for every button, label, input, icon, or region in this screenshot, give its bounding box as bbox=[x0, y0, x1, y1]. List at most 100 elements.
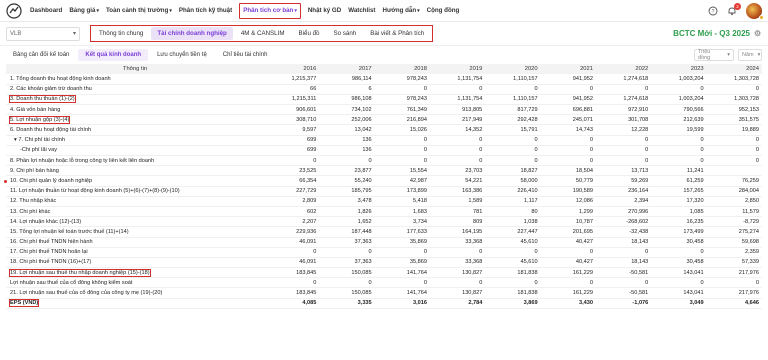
tab-5[interactable]: Bài viết & Phân tích bbox=[364, 27, 430, 40]
nav-item-8[interactable]: Cộng đồng bbox=[427, 3, 460, 19]
nav-item-7[interactable]: Hướng dẫn ▾ bbox=[382, 3, 419, 19]
table-row[interactable]: 19. Lợi nhuận sau thuế thu nhập doanh ng… bbox=[6, 267, 762, 279]
avatar[interactable] bbox=[746, 2, 764, 20]
logo-icon[interactable] bbox=[6, 2, 22, 19]
table-row[interactable]: 8. Phần lợi nhuận hoặc lỗ trong công ty … bbox=[6, 155, 762, 167]
value-cell: 143,041 bbox=[651, 267, 707, 279]
header-year[interactable]: 2016 bbox=[264, 64, 320, 74]
table-row[interactable]: 1. Tổng doanh thu hoạt động kinh doanh 1,… bbox=[6, 74, 762, 85]
nav-item-6[interactable]: Watchlist bbox=[348, 3, 375, 19]
value-cell: 0 bbox=[540, 277, 596, 289]
tab-3[interactable]: Biểu đồ bbox=[293, 27, 326, 40]
value-cell: 59,269 bbox=[595, 175, 652, 187]
table-row[interactable]: 14. Lợi nhuận khác (12)-(13) 2,207 1,652 3,… bbox=[6, 216, 762, 228]
value-cell: 0 bbox=[651, 155, 707, 167]
ticker-search-input[interactable]: VLB ▾ bbox=[6, 26, 80, 41]
table-row[interactable]: 12. Thu nhập khác 2,809 3,478 5,418 1,589 1,1… bbox=[6, 196, 762, 207]
header-year[interactable]: 2023 bbox=[651, 64, 707, 74]
value-cell: 3,869 bbox=[485, 298, 541, 309]
value-cell: 30,458 bbox=[651, 257, 707, 269]
nav-item-0[interactable]: Dashboard bbox=[30, 3, 62, 19]
table-row[interactable]: 13. Chi phí khác 602 1,826 1,683 781 80 1,299 2… bbox=[6, 206, 762, 218]
table-row[interactable]: EPS (VND) 4,085 3,335 3,016 2,784 3,869 3,430-… bbox=[6, 298, 762, 309]
table-row[interactable]: 2. Các khoản giảm trừ doanh thu 66 6 0 0 0 0 0 0… bbox=[6, 84, 762, 95]
header-year[interactable]: 2017 bbox=[319, 64, 375, 74]
nav-item-1[interactable]: Bảng giá ▾ bbox=[69, 3, 99, 19]
report-tab-0[interactable]: Bảng cân đối kế toán bbox=[6, 49, 76, 61]
header-year[interactable]: 2022 bbox=[595, 64, 652, 74]
nav-item-3[interactable]: Phân tích kỹ thuật bbox=[179, 3, 232, 19]
nav-item-4[interactable]: Phân tích cơ bản ▾ bbox=[239, 2, 301, 19]
tab-2[interactable]: 4M & CANSLIM bbox=[235, 27, 291, 40]
notification-bell-icon[interactable]: 2 bbox=[727, 2, 741, 16]
tab-0[interactable]: Thông tin chung bbox=[93, 27, 149, 40]
report-tab-3[interactable]: Chỉ tiêu tài chính bbox=[216, 49, 275, 61]
value-cell: -50,581 bbox=[595, 287, 652, 299]
value-cell: 13,713 bbox=[595, 165, 652, 177]
value-cell: 1,274,618 bbox=[595, 74, 652, 85]
value-cell: 143,041 bbox=[651, 287, 707, 299]
table-row[interactable]: 6. Doanh thu hoạt động tài chính 9,597 13,… bbox=[6, 124, 762, 136]
period-select[interactable]: Năm ▾ bbox=[738, 49, 762, 61]
table-row[interactable]: 15. Tổng lợi nhuận kế toán trước thuế (1… bbox=[6, 226, 762, 238]
value-cell: 18,143 bbox=[595, 257, 652, 269]
help-icon[interactable]: ? bbox=[708, 6, 718, 16]
value-cell: 14,743 bbox=[540, 124, 596, 136]
table-row[interactable]: 16. Chi phí thuế TNDN hiện hành 46,091 37,… bbox=[6, 237, 762, 248]
header-year[interactable]: 2024 bbox=[706, 64, 762, 74]
unit-select[interactable]: Triệu đồng ▾ bbox=[694, 49, 734, 61]
svg-text:?: ? bbox=[712, 9, 715, 15]
table-row[interactable]: ▾ 7. Chi phí tài chính 699 136 0 0 0 0 0 0 0 bbox=[6, 135, 762, 146]
header-year[interactable]: 2018 bbox=[374, 64, 430, 74]
value-cell: 45,610 bbox=[485, 257, 541, 269]
row-label-cell: 17. Chi phí thuế TNDN hoãn lại bbox=[6, 247, 264, 258]
value-cell: 80 bbox=[485, 206, 541, 218]
table-row[interactable]: 11. Lợi nhuận thuần từ hoạt động kinh do… bbox=[6, 186, 762, 197]
row-label-cell: 15. Tổng lợi nhuận kế toán trước thuế (1… bbox=[6, 226, 264, 238]
value-cell: 252,006 bbox=[319, 114, 375, 126]
value-cell: 3,335 bbox=[319, 298, 375, 309]
value-cell: 0 bbox=[429, 247, 486, 258]
table-row[interactable]: 21. Lợi nhuận sau thuế của cổ đông của c… bbox=[6, 287, 762, 299]
table-row[interactable]: 9. Chi phí bán hàng 23,525 23,877 15,554 23,… bbox=[6, 165, 762, 177]
row-label: 8. Phần lợi nhuận hoặc lỗ trong công ty … bbox=[10, 157, 155, 164]
header-year[interactable]: 2021 bbox=[540, 64, 596, 74]
value-cell: 12,086 bbox=[540, 196, 596, 207]
table-row[interactable]: -Chi phí lãi vay 699 136 0 0 0 0 0 0 0 bbox=[6, 145, 762, 157]
report-tab-2[interactable]: Lưu chuyển tiền tệ bbox=[150, 49, 214, 61]
value-cell: 0 bbox=[651, 135, 707, 146]
value-cell: 10,787 bbox=[540, 216, 596, 228]
table-row[interactable]: 10. Chi phí quản lý doanh nghiệp 66,354 55… bbox=[6, 175, 762, 187]
value-cell: 58,000 bbox=[485, 175, 541, 187]
value-cell: 40,427 bbox=[540, 237, 596, 248]
tab-4[interactable]: So sánh bbox=[328, 27, 363, 40]
value-cell: 18,504 bbox=[540, 165, 596, 177]
value-cell: 33,368 bbox=[429, 257, 486, 269]
value-cell: 15,554 bbox=[374, 165, 430, 177]
report-tab-1[interactable]: Kết quả kinh doanh bbox=[78, 49, 149, 61]
table-row[interactable]: 17. Chi phí thuế TNDN hoãn lại 0 0 0 0 0 0 0 0 2,… bbox=[6, 247, 762, 258]
table-row[interactable]: 3. Doanh thu thuần (1)-(2) 1,215,311 986,1… bbox=[6, 94, 762, 106]
tab-1[interactable]: Tài chính doanh nghiệp bbox=[151, 27, 233, 40]
header-year[interactable]: 2020 bbox=[485, 64, 541, 74]
value-cell: 0 bbox=[319, 155, 375, 167]
header-year[interactable]: 2019 bbox=[429, 64, 486, 74]
nav-item-5[interactable]: Nhật ký GD bbox=[308, 3, 341, 19]
value-cell: 183,845 bbox=[264, 267, 320, 279]
value-cell: 0 bbox=[540, 135, 596, 146]
nav-item-2[interactable]: Toàn cảnh thị trường ▾ bbox=[106, 3, 172, 19]
nav-item-label: Toàn cảnh thị trường bbox=[105, 7, 169, 14]
table-row[interactable]: 18. Chi phí thuế TNDN (16)+(17) 46,091 37,… bbox=[6, 257, 762, 269]
table-row[interactable]: 4. Giá vốn bán hàng 906,601 734,102 761,349… bbox=[6, 104, 762, 116]
value-cell: 136 bbox=[319, 135, 375, 146]
table-row[interactable]: Lợi nhuận sau thuế của cổ đông không kiể… bbox=[6, 277, 762, 289]
bctc-label[interactable]: BCTC Mới - Q3 2025 ⚙ bbox=[673, 29, 762, 38]
gear-icon[interactable]: ⚙ bbox=[754, 29, 762, 38]
value-cell: 187,448 bbox=[319, 226, 375, 238]
value-cell: 0 bbox=[706, 145, 762, 157]
value-cell: 0 bbox=[706, 277, 762, 289]
table-row[interactable]: 5. Lợi nhuận gộp (3)-(4) 308,710 252,006 21… bbox=[6, 114, 762, 126]
row-label-cell: 5. Lợi nhuận gộp (3)-(4) bbox=[6, 114, 264, 126]
row-label: 4. Giá vốn bán hàng bbox=[10, 106, 61, 113]
value-cell: 185,795 bbox=[319, 186, 375, 197]
